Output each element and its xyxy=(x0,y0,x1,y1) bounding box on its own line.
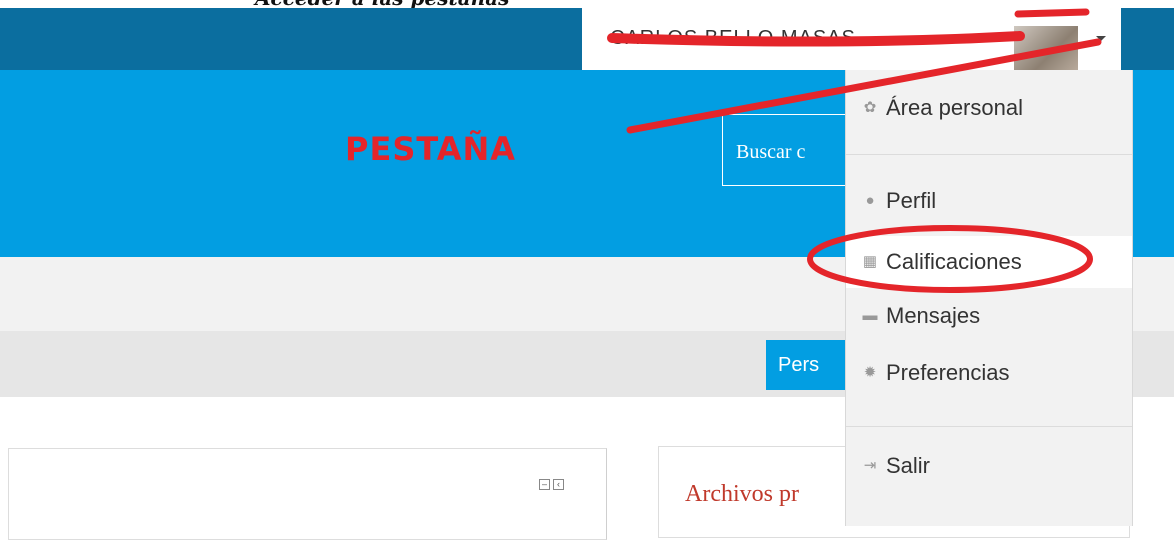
user-dropdown-menu: ✿ Área personal ● Perfil ▦ Calificacione… xyxy=(845,70,1133,526)
menu-item-salir[interactable]: ⇥ Salir xyxy=(846,446,1132,486)
menu-item-label: Área personal xyxy=(886,95,1023,120)
top-navbar: CARLOS BELLO MASAS xyxy=(0,8,1174,70)
logout-icon: ⇥ xyxy=(863,457,877,474)
collapse-icon[interactable]: – xyxy=(539,479,550,490)
pestana-annotation: PESTAÑA xyxy=(345,130,517,168)
menu-divider xyxy=(846,154,1132,155)
grades-table-icon: ▦ xyxy=(862,253,878,270)
menu-item-mensajes[interactable]: ▬ Mensajes xyxy=(846,296,1132,336)
menu-item-preferencias[interactable]: ✹ Preferencias xyxy=(846,353,1132,393)
dock-icon[interactable]: ‹ xyxy=(553,479,564,490)
message-icon: ▬ xyxy=(862,307,878,324)
gear-icon: ✹ xyxy=(863,364,877,381)
files-block-title: Archivos pr xyxy=(685,481,799,507)
user-name: CARLOS BELLO MASAS xyxy=(610,27,856,49)
chevron-down-icon[interactable] xyxy=(1096,36,1106,41)
search-input[interactable]: Buscar c xyxy=(722,114,862,186)
block-controls: – ‹ xyxy=(539,479,564,490)
caption-strip: Acceder a las pestañas xyxy=(0,0,1174,8)
menu-item-area-personal[interactable]: ✿ Área personal xyxy=(846,88,1132,128)
tab-personal[interactable]: Pers xyxy=(766,340,846,390)
menu-item-perfil[interactable]: ● Perfil xyxy=(846,181,1132,221)
menu-item-label: Calificaciones xyxy=(886,249,1022,274)
menu-item-label: Mensajes xyxy=(886,303,981,328)
avatar[interactable] xyxy=(1014,26,1078,70)
menu-divider xyxy=(846,426,1132,427)
menu-item-label: Salir xyxy=(886,453,931,478)
user-menu-toggle[interactable]: CARLOS BELLO MASAS xyxy=(582,8,1121,70)
main-block: – ‹ xyxy=(8,448,607,540)
dashboard-icon: ✿ xyxy=(863,99,877,116)
menu-item-label: Preferencias xyxy=(886,360,1010,385)
user-icon: ● xyxy=(865,192,875,209)
menu-item-label: Perfil xyxy=(886,188,937,213)
menu-item-calificaciones[interactable]: ▦ Calificaciones xyxy=(846,236,1132,288)
caption-text: Acceder a las pestañas xyxy=(255,0,509,8)
